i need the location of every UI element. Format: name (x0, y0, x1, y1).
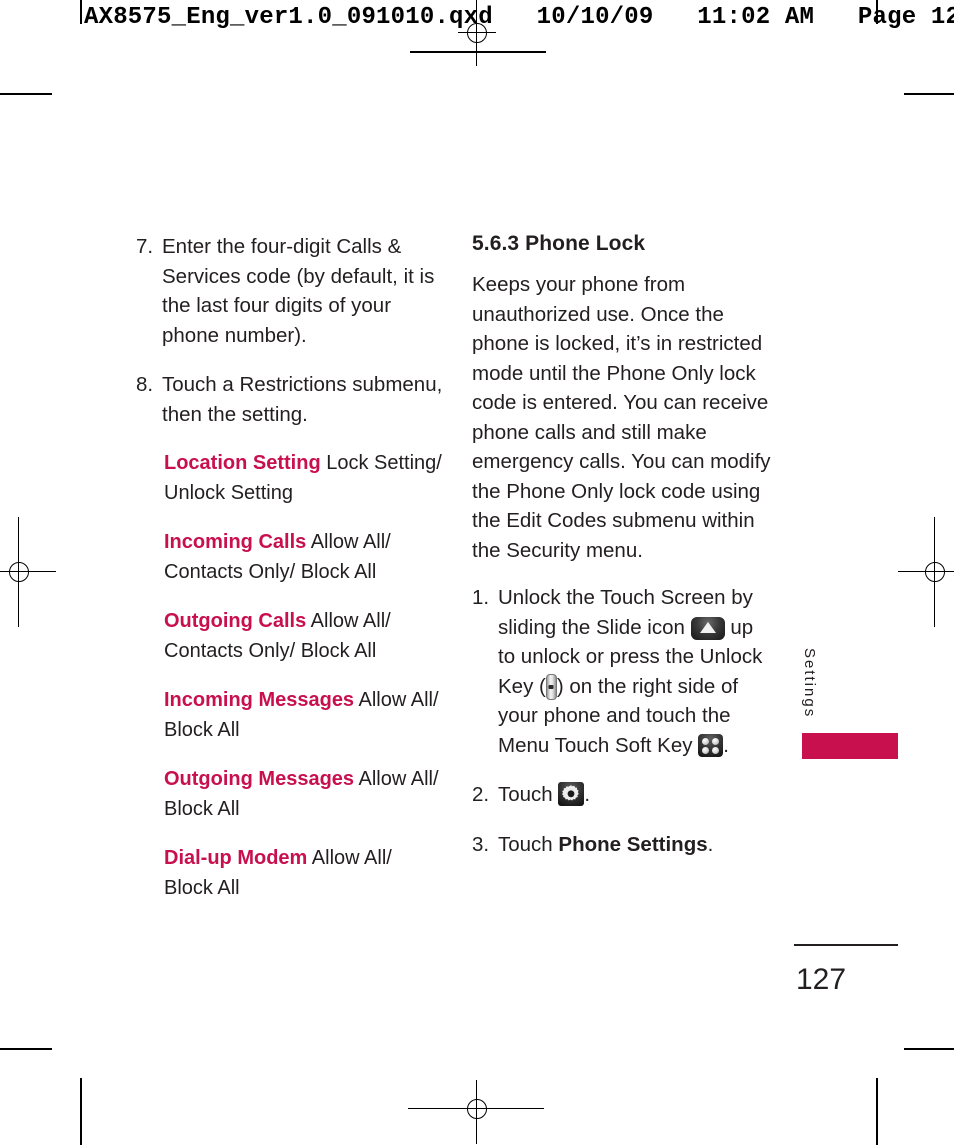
step-text: Unlock the Touch Screen by sliding the S… (498, 583, 772, 760)
step-text-emphasis: Phone Settings (558, 832, 708, 856)
setting-term: Incoming Calls (164, 531, 307, 553)
setting-item-outgoing-messages: Outgoing Messages Allow All/ Block All (136, 765, 446, 824)
step-text-part: . (707, 832, 714, 856)
setting-term: Location Setting (164, 452, 321, 474)
list-item: 3. Touch Phone Settings. (472, 830, 772, 860)
menu-soft-key-icon (698, 733, 724, 757)
right-column: 5.6.3 Phone Lock Keeps your phone from u… (472, 232, 772, 879)
crop-mark-bottom-right-horizontal (904, 1048, 954, 1050)
setting-item-location-setting: Location Setting Lock Setting/ Unlock Se… (136, 449, 446, 508)
step-number: 3. (472, 832, 490, 856)
setting-item-incoming-calls: Incoming Calls Allow All/ Contacts Only/… (136, 528, 446, 587)
crop-mark-top-left-vertical (80, 0, 82, 24)
step-number: 7. (136, 235, 154, 258)
step-text: Touch Phone Settings. (498, 830, 772, 860)
unlock-key-icon (545, 673, 557, 700)
registration-mark-right (898, 517, 954, 627)
step-text-part: . (584, 783, 591, 806)
setting-item-outgoing-calls: Outgoing Calls Allow All/ Contacts Only/… (136, 607, 446, 666)
crop-mark-bottom-left-vertical (80, 1078, 82, 1145)
page-title: 5.6.3 Phone Lock (472, 232, 646, 255)
step-number: 2. (472, 783, 490, 806)
left-column: 7. Enter the four-digit Calls & Services… (136, 232, 446, 923)
setting-term: Dial-up Modem (164, 847, 308, 869)
list-item: 7. Enter the four-digit Calls & Services… (136, 232, 446, 350)
step-number: 1. (472, 586, 490, 609)
crop-mark-top-left-horizontal (0, 93, 52, 95)
list-item: 8. Touch a Restrictions submenu, then th… (136, 370, 446, 429)
registration-mark-bottom (408, 1080, 544, 1144)
step-text: Touch a Restrictions submenu, then the s… (162, 373, 443, 426)
step-text: Enter the four-digit Calls & Services co… (162, 235, 435, 347)
intro-paragraph: Keeps your phone from unauthorized use. … (472, 273, 771, 562)
prepress-slug: AX8575_Eng_ver1.0_091010.qxd 10/10/09 11… (84, 4, 954, 31)
setting-term: Outgoing Messages (164, 768, 355, 790)
step-text-part: Touch (498, 783, 553, 806)
registration-mark-left (0, 517, 56, 627)
list-item: 2. Touch . (472, 780, 772, 810)
side-tab-label: Settings (801, 648, 818, 719)
setting-term: Incoming Messages (164, 689, 355, 711)
crop-mark-top-right-horizontal (904, 93, 954, 95)
step-text-part: Touch (498, 832, 553, 856)
list-item: 1. Unlock the Touch Screen by sliding th… (472, 583, 772, 760)
setting-term: Outgoing Calls (164, 610, 307, 632)
slide-up-icon (690, 616, 725, 640)
crop-mark-bottom-left-horizontal (0, 1048, 52, 1050)
step-number: 8. (136, 373, 154, 396)
crop-mark-bottom-right-vertical (876, 1078, 878, 1145)
page-number: 127 (796, 963, 847, 996)
settings-gear-icon (558, 782, 585, 806)
setting-item-dial-up-modem: Dial-up Modem Allow All/ Block All (136, 844, 446, 903)
setting-item-incoming-messages: Incoming Messages Allow All/ Block All (136, 686, 446, 745)
side-tab-block (802, 733, 898, 759)
step-text-part: . (723, 733, 729, 757)
folio-rule (794, 944, 898, 946)
step-text: Touch . (498, 780, 772, 810)
